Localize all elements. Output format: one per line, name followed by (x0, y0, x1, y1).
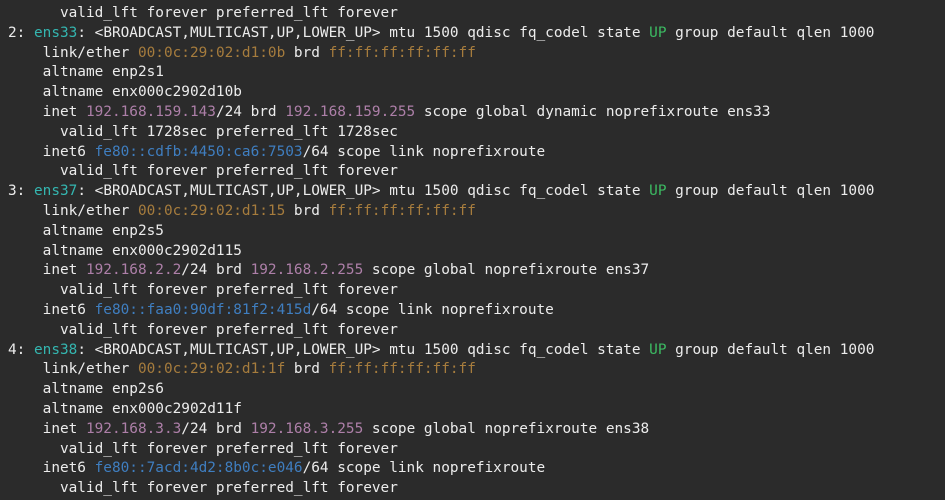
terminal-text: valid_lft forever preferred_lft forever (8, 321, 398, 338)
terminal-line: inet 192.168.159.143/24 brd 192.168.159.… (8, 103, 945, 123)
terminal-line: altname enx000c2902d10b (8, 83, 945, 103)
terminal-line: valid_lft forever preferred_lft forever (8, 4, 945, 24)
terminal-line: valid_lft 1728sec preferred_lft 1728sec (8, 123, 945, 143)
terminal-text: 3: (8, 183, 34, 200)
ipv4-address: 192.168.2.2 (85, 262, 182, 279)
terminal-text: valid_lft forever preferred_lft forever (8, 163, 398, 180)
terminal-line: inet 192.168.2.2/24 brd 192.168.2.255 sc… (8, 261, 945, 281)
terminal-output[interactable]: valid_lft forever preferred_lft forever 2… (0, 0, 945, 500)
state-up: UP (649, 341, 667, 358)
terminal-text: brd (285, 361, 329, 378)
ipv4-address: 192.168.3.255 (250, 420, 364, 437)
terminal-line: altname enp2s5 (8, 222, 945, 242)
terminal-text: scope global dynamic noprefixroute ens33 (415, 103, 771, 120)
interface-name: ens33 (34, 24, 78, 41)
terminal-line: link/ether 00:0c:29:02:d1:15 brd ff:ff:f… (8, 202, 945, 222)
terminal-text: : <BROADCAST,MULTICAST,UP,LOWER_UP> mtu … (77, 24, 650, 41)
terminal-text: brd (285, 44, 329, 61)
terminal-text: inet6 (8, 301, 95, 318)
terminal-text: 4: (8, 341, 34, 358)
terminal-text: valid_lft forever preferred_lft forever (8, 480, 398, 497)
terminal-text: valid_lft 1728sec preferred_lft 1728sec (8, 123, 398, 140)
terminal-text: inet6 (8, 143, 95, 160)
terminal-text: /64 scope link noprefixroute (311, 301, 554, 318)
terminal-text: altname enp2s6 (8, 381, 164, 398)
terminal-text: group default qlen 1000 (666, 24, 875, 41)
mac-address: ff:ff:ff:ff:ff:ff (328, 361, 476, 378)
terminal-text: altname enx000c2902d10b (8, 84, 242, 101)
terminal-line: altname enp2s1 (8, 63, 945, 83)
terminal-line: altname enp2s6 (8, 380, 945, 400)
terminal-text: valid_lft forever preferred_lft forever (8, 282, 398, 299)
terminal-line: 3: ens37: <BROADCAST,MULTICAST,UP,LOWER_… (8, 182, 945, 202)
ipv4-address: 192.168.159.255 (285, 103, 416, 120)
terminal-line: valid_lft forever preferred_lft forever (8, 479, 945, 499)
terminal-text: group default qlen 1000 (666, 341, 875, 358)
terminal-text: link/ether (8, 202, 138, 219)
ipv4-address: 192.168.159.143 (85, 103, 216, 120)
terminal-text: /24 brd (181, 262, 251, 279)
terminal-text: altname enp2s5 (8, 222, 164, 239)
state-up: UP (649, 24, 667, 41)
terminal-text: 2: (8, 24, 34, 41)
terminal-text: scope global noprefixroute ens37 (363, 262, 650, 279)
terminal-line: valid_lft forever preferred_lft forever (8, 440, 945, 460)
terminal-line: inet6 fe80::faa0:90df:81f2:415d/64 scope… (8, 301, 945, 321)
terminal-text: group default qlen 1000 (666, 183, 875, 200)
terminal-line: 4: ens38: <BROADCAST,MULTICAST,UP,LOWER_… (8, 341, 945, 361)
terminal-text: inet (8, 420, 86, 437)
terminal-text: link/ether (8, 44, 138, 61)
mac-address: ff:ff:ff:ff:ff:ff (328, 44, 476, 61)
terminal-line: altname enx000c2902d11f (8, 400, 945, 420)
terminal-text: inet (8, 103, 86, 120)
terminal-text: valid_lft forever preferred_lft forever (8, 440, 398, 457)
terminal-text: /64 scope link noprefixroute (302, 460, 546, 477)
interface-name: ens38 (34, 341, 78, 358)
terminal-line: valid_lft forever preferred_lft forever (8, 321, 945, 341)
ipv6-address: fe80::7acd:4d2:8b0c:e046 (94, 460, 303, 477)
terminal-text: altname enp2s1 (8, 64, 164, 81)
terminal-line: link/ether 00:0c:29:02:d1:0b brd ff:ff:f… (8, 44, 945, 64)
terminal-text: /24 brd (215, 103, 286, 120)
mac-address: 00:0c:29:02:d1:15 (137, 202, 286, 219)
terminal-line: inet6 fe80::cdfb:4450:ca6:7503/64 scope … (8, 143, 945, 163)
terminal-text: : <BROADCAST,MULTICAST,UP,LOWER_UP> mtu … (77, 341, 650, 358)
terminal-line: inet6 fe80::7acd:4d2:8b0c:e046/64 scope … (8, 459, 945, 479)
terminal-text: altname enx000c2902d11f (8, 400, 242, 417)
terminal-line: inet 192.168.3.3/24 brd 192.168.3.255 sc… (8, 420, 945, 440)
terminal-text: scope global noprefixroute ens38 (363, 420, 650, 437)
terminal-text: /64 scope link noprefixroute (302, 143, 546, 160)
mac-address: 00:0c:29:02:d1:0b (137, 44, 286, 61)
terminal-line: link/ether 00:0c:29:02:d1:1f brd ff:ff:f… (8, 360, 945, 380)
terminal-text: valid_lft forever preferred_lft forever (8, 5, 398, 21)
terminal-text: inet6 (8, 460, 95, 477)
terminal-line: valid_lft forever preferred_lft forever (8, 162, 945, 182)
terminal-text: /24 brd (181, 420, 251, 437)
ipv4-address: 192.168.3.3 (85, 420, 182, 437)
terminal-text: brd (285, 202, 329, 219)
interface-name: ens37 (34, 183, 78, 200)
terminal-text: : <BROADCAST,MULTICAST,UP,LOWER_UP> mtu … (77, 183, 650, 200)
ipv4-address: 192.168.2.255 (250, 262, 364, 279)
terminal-text: inet (8, 262, 86, 279)
terminal-text: link/ether (8, 361, 138, 378)
state-up: UP (649, 183, 667, 200)
terminal-line: 2: ens33: <BROADCAST,MULTICAST,UP,LOWER_… (8, 24, 945, 44)
ipv6-address: fe80::cdfb:4450:ca6:7503 (94, 143, 303, 160)
ipv6-address: fe80::faa0:90df:81f2:415d (94, 301, 312, 318)
terminal-text: altname enx000c2902d115 (8, 242, 242, 259)
terminal-line: valid_lft forever preferred_lft forever (8, 281, 945, 301)
mac-address: ff:ff:ff:ff:ff:ff (328, 202, 476, 219)
mac-address: 00:0c:29:02:d1:1f (137, 361, 286, 378)
terminal-line: altname enx000c2902d115 (8, 242, 945, 262)
